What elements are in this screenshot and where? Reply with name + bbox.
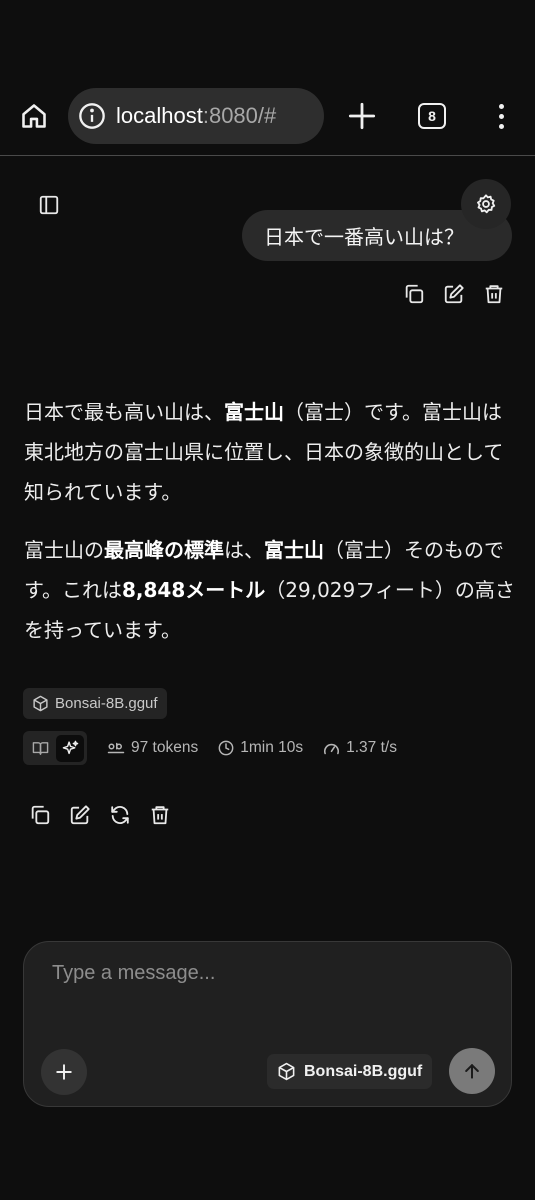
- bold-run: 富士山: [264, 538, 324, 562]
- settings-button[interactable]: [461, 179, 511, 229]
- elapsed-time: 1min 10s: [218, 739, 303, 757]
- text-run: 富士山の: [24, 538, 104, 562]
- gauge-icon: [324, 743, 340, 754]
- generation-stats: 97 tokens 1min 10s 1.37 t/s: [23, 731, 397, 765]
- url-text: localhost:8080/#: [116, 103, 276, 129]
- model-selector-label: Bonsai-8B.gguf: [304, 1062, 423, 1080]
- copy-button[interactable]: [29, 804, 51, 826]
- view-mode-toggle: [23, 731, 87, 765]
- send-button[interactable]: [449, 1048, 495, 1094]
- url-port-path: :8080/#: [202, 103, 277, 128]
- copy-icon: [405, 284, 424, 304]
- address-bar[interactable]: localhost:8080/#: [68, 88, 324, 144]
- assistant-message: 日本で最も高い山は、富士山（富士）です。富士山は東北地方の富士山県に位置し、日本…: [24, 392, 516, 668]
- message-input[interactable]: Type a message...: [52, 962, 215, 985]
- bold-run: 最高峰の標準: [104, 538, 224, 562]
- clock-icon: [218, 740, 234, 756]
- book-open-icon: [32, 741, 48, 755]
- info-icon[interactable]: [78, 102, 106, 130]
- copy-button[interactable]: [403, 283, 425, 305]
- sidebar-toggle-button[interactable]: [34, 190, 64, 220]
- text-run: 日本で最も高い山は、: [24, 400, 224, 424]
- plus-icon: [56, 1064, 72, 1080]
- sidebar-icon: [39, 195, 59, 215]
- new-tab-button[interactable]: [342, 96, 382, 136]
- assistant-message-actions: [29, 804, 171, 826]
- model-selector[interactable]: Bonsai-8B.gguf: [267, 1054, 433, 1089]
- attach-button[interactable]: [41, 1049, 87, 1095]
- tab-count: 8: [428, 108, 436, 124]
- elapsed-time-label: 1min 10s: [240, 739, 304, 756]
- delete-button[interactable]: [483, 283, 505, 305]
- more-vert-icon[interactable]: [490, 96, 512, 136]
- generation-speed-label: 1.37 t/s: [346, 739, 397, 756]
- edit-icon: [70, 805, 90, 825]
- model-badge: Bonsai-8B.gguf: [23, 688, 167, 719]
- plus-icon: [348, 102, 376, 130]
- tab-switcher-button[interactable]: 8: [418, 103, 446, 129]
- url-host: localhost: [116, 103, 203, 128]
- package-icon: [33, 695, 48, 712]
- home-icon: [22, 104, 46, 128]
- regenerate-button[interactable]: [109, 804, 131, 826]
- user-message-actions: [403, 283, 505, 305]
- edit-icon: [444, 284, 464, 304]
- tokens-icon: [107, 742, 125, 754]
- edit-button[interactable]: [443, 283, 465, 305]
- bold-run: 8,848メートル: [122, 578, 266, 602]
- package-icon: [278, 1062, 295, 1081]
- ai-view-button[interactable]: [56, 734, 84, 762]
- assistant-paragraph-2: 富士山の最高峰の標準は、富士山（富士）そのものです。これは8,848メートル（2…: [24, 530, 516, 650]
- trash-icon: [151, 806, 169, 825]
- sparkles-icon: [62, 740, 78, 754]
- bold-run: 富士山: [224, 400, 284, 424]
- token-count: 97 tokens: [107, 739, 198, 757]
- model-badge-label: Bonsai-8B.gguf: [55, 695, 158, 712]
- reading-view-button[interactable]: [26, 735, 54, 762]
- assistant-paragraph-1: 日本で最も高い山は、富士山（富士）です。富士山は東北地方の富士山県に位置し、日本…: [24, 392, 516, 512]
- home-button[interactable]: [14, 96, 54, 136]
- gear-icon: [477, 194, 496, 214]
- arrow-up-icon: [465, 1064, 479, 1079]
- refresh-icon: [111, 806, 129, 824]
- delete-button[interactable]: [149, 804, 171, 826]
- token-count-label: 97 tokens: [131, 739, 199, 756]
- copy-icon: [31, 805, 50, 825]
- trash-icon: [485, 285, 503, 304]
- edit-button[interactable]: [69, 804, 91, 826]
- text-run: は、: [224, 538, 264, 562]
- generation-speed: 1.37 t/s: [323, 739, 397, 757]
